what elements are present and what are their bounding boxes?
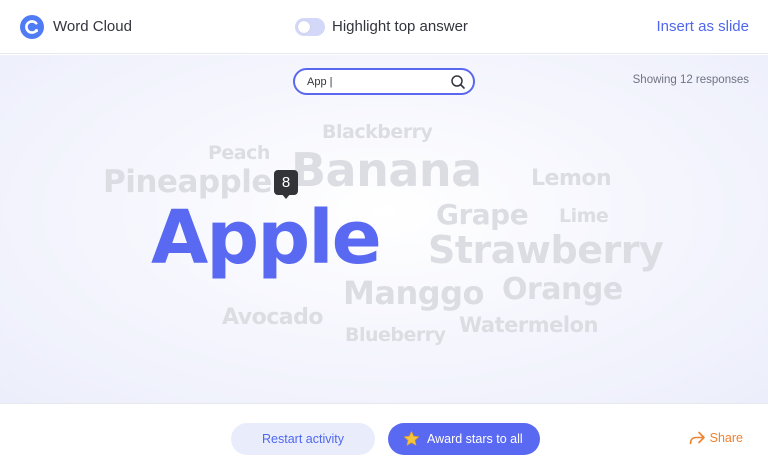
apple-count-badge: 8	[274, 170, 298, 195]
award-stars-button[interactable]: Award stars to all	[388, 423, 540, 455]
word-pineapple: Pineapple	[103, 164, 272, 200]
word-watermelon: Watermelon	[459, 313, 598, 337]
word-avocado: Avocado	[222, 305, 323, 330]
share-label: Share	[709, 431, 743, 445]
toggle-knob	[298, 21, 310, 33]
word-blueberry: Blueberry	[345, 324, 446, 346]
word-manggo: Manggo	[343, 274, 485, 312]
word-cloud-logo-icon	[20, 15, 44, 39]
bottom-bar: Restart activity Award stars to all Shar…	[0, 403, 768, 472]
responses-count-label: Showing 12 responses	[632, 74, 749, 86]
insert-as-slide-link[interactable]: Insert as slide	[656, 18, 749, 35]
search-input[interactable]: App |	[307, 76, 333, 88]
star-icon	[403, 431, 420, 446]
word-lemon: Lemon	[531, 166, 612, 191]
word-cloud-canvas: App | Showing 12 responses Blackberry Pe…	[0, 55, 768, 403]
word-blackberry: Blackberry	[322, 121, 433, 143]
highlight-toggle-label: Highlight top answer	[332, 18, 468, 35]
word-peach: Peach	[208, 142, 270, 164]
app-title: Word Cloud	[53, 18, 132, 35]
word-strawberry: Strawberry	[428, 228, 664, 272]
share-icon	[689, 431, 705, 445]
search-field[interactable]: App |	[293, 68, 475, 95]
search-icon[interactable]	[450, 74, 466, 90]
restart-activity-button[interactable]: Restart activity	[231, 423, 375, 455]
share-link[interactable]: Share	[689, 431, 743, 445]
top-bar: Word Cloud Highlight top answer Insert a…	[0, 0, 768, 54]
word-banana: Banana	[291, 143, 482, 197]
highlight-top-answer-toggle[interactable]	[295, 18, 325, 36]
count-badge-pointer	[281, 193, 291, 199]
award-stars-label: Award stars to all	[427, 432, 523, 446]
word-grape: Grape	[436, 198, 529, 231]
word-apple[interactable]: Apple	[151, 201, 382, 275]
word-lime: Lime	[559, 205, 609, 227]
word-orange: Orange	[502, 272, 623, 307]
